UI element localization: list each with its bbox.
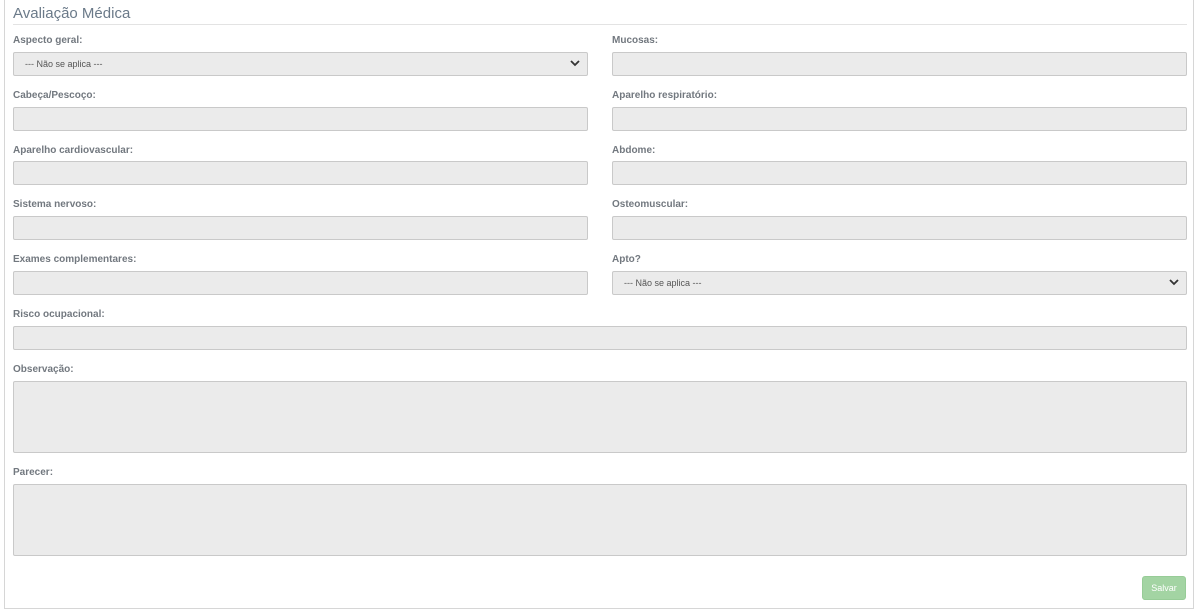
apto-label: Apto? bbox=[612, 254, 641, 265]
exames-complementares-label: Exames complementares: bbox=[13, 254, 137, 265]
mucosas-label: Mucosas: bbox=[612, 35, 659, 46]
sistema-nervoso-label: Sistema nervoso: bbox=[13, 199, 97, 210]
chevron-down-icon bbox=[570, 60, 580, 67]
parecer-textarea[interactable] bbox=[13, 484, 1187, 556]
chevron-down-icon bbox=[1169, 279, 1179, 286]
form-title: Avaliação Médica bbox=[13, 5, 131, 22]
mucosas-field[interactable] bbox=[612, 52, 1187, 76]
save-button[interactable]: Salvar bbox=[1142, 576, 1186, 600]
parecer-label: Parecer: bbox=[13, 467, 54, 478]
observacao-label: Observação: bbox=[13, 364, 74, 375]
abdome-label: Abdome: bbox=[612, 145, 656, 156]
apto-select[interactable]: --- Não se aplica --- bbox=[612, 271, 1187, 295]
abdome-field[interactable] bbox=[612, 161, 1187, 185]
osteomuscular-label: Osteomuscular: bbox=[612, 199, 689, 210]
risco-ocupacional-field[interactable] bbox=[13, 326, 1187, 350]
aparelho-respiratorio-label: Aparelho respiratório: bbox=[612, 90, 718, 101]
title-divider bbox=[13, 24, 1187, 25]
sistema-nervoso-field[interactable] bbox=[13, 216, 588, 240]
aspecto-geral-selected-value: --- Não se aplica --- bbox=[25, 59, 103, 69]
apto-selected-value: --- Não se aplica --- bbox=[624, 278, 702, 288]
osteomuscular-field[interactable] bbox=[612, 216, 1187, 240]
aparelho-cardiovascular-label: Aparelho cardiovascular: bbox=[13, 145, 134, 156]
exames-complementares-field[interactable] bbox=[13, 271, 588, 295]
aspecto-geral-label: Aspecto geral: bbox=[13, 35, 83, 46]
risco-ocupacional-label: Risco ocupacional: bbox=[13, 309, 105, 320]
cabeca-pescoco-field[interactable] bbox=[13, 107, 588, 131]
aparelho-respiratorio-field[interactable] bbox=[612, 107, 1187, 131]
aparelho-cardiovascular-field[interactable] bbox=[13, 161, 588, 185]
observacao-textarea[interactable] bbox=[13, 381, 1187, 453]
cabeca-pescoco-label: Cabeça/Pescoço: bbox=[13, 90, 96, 101]
aspecto-geral-select[interactable]: --- Não se aplica --- bbox=[13, 52, 588, 76]
